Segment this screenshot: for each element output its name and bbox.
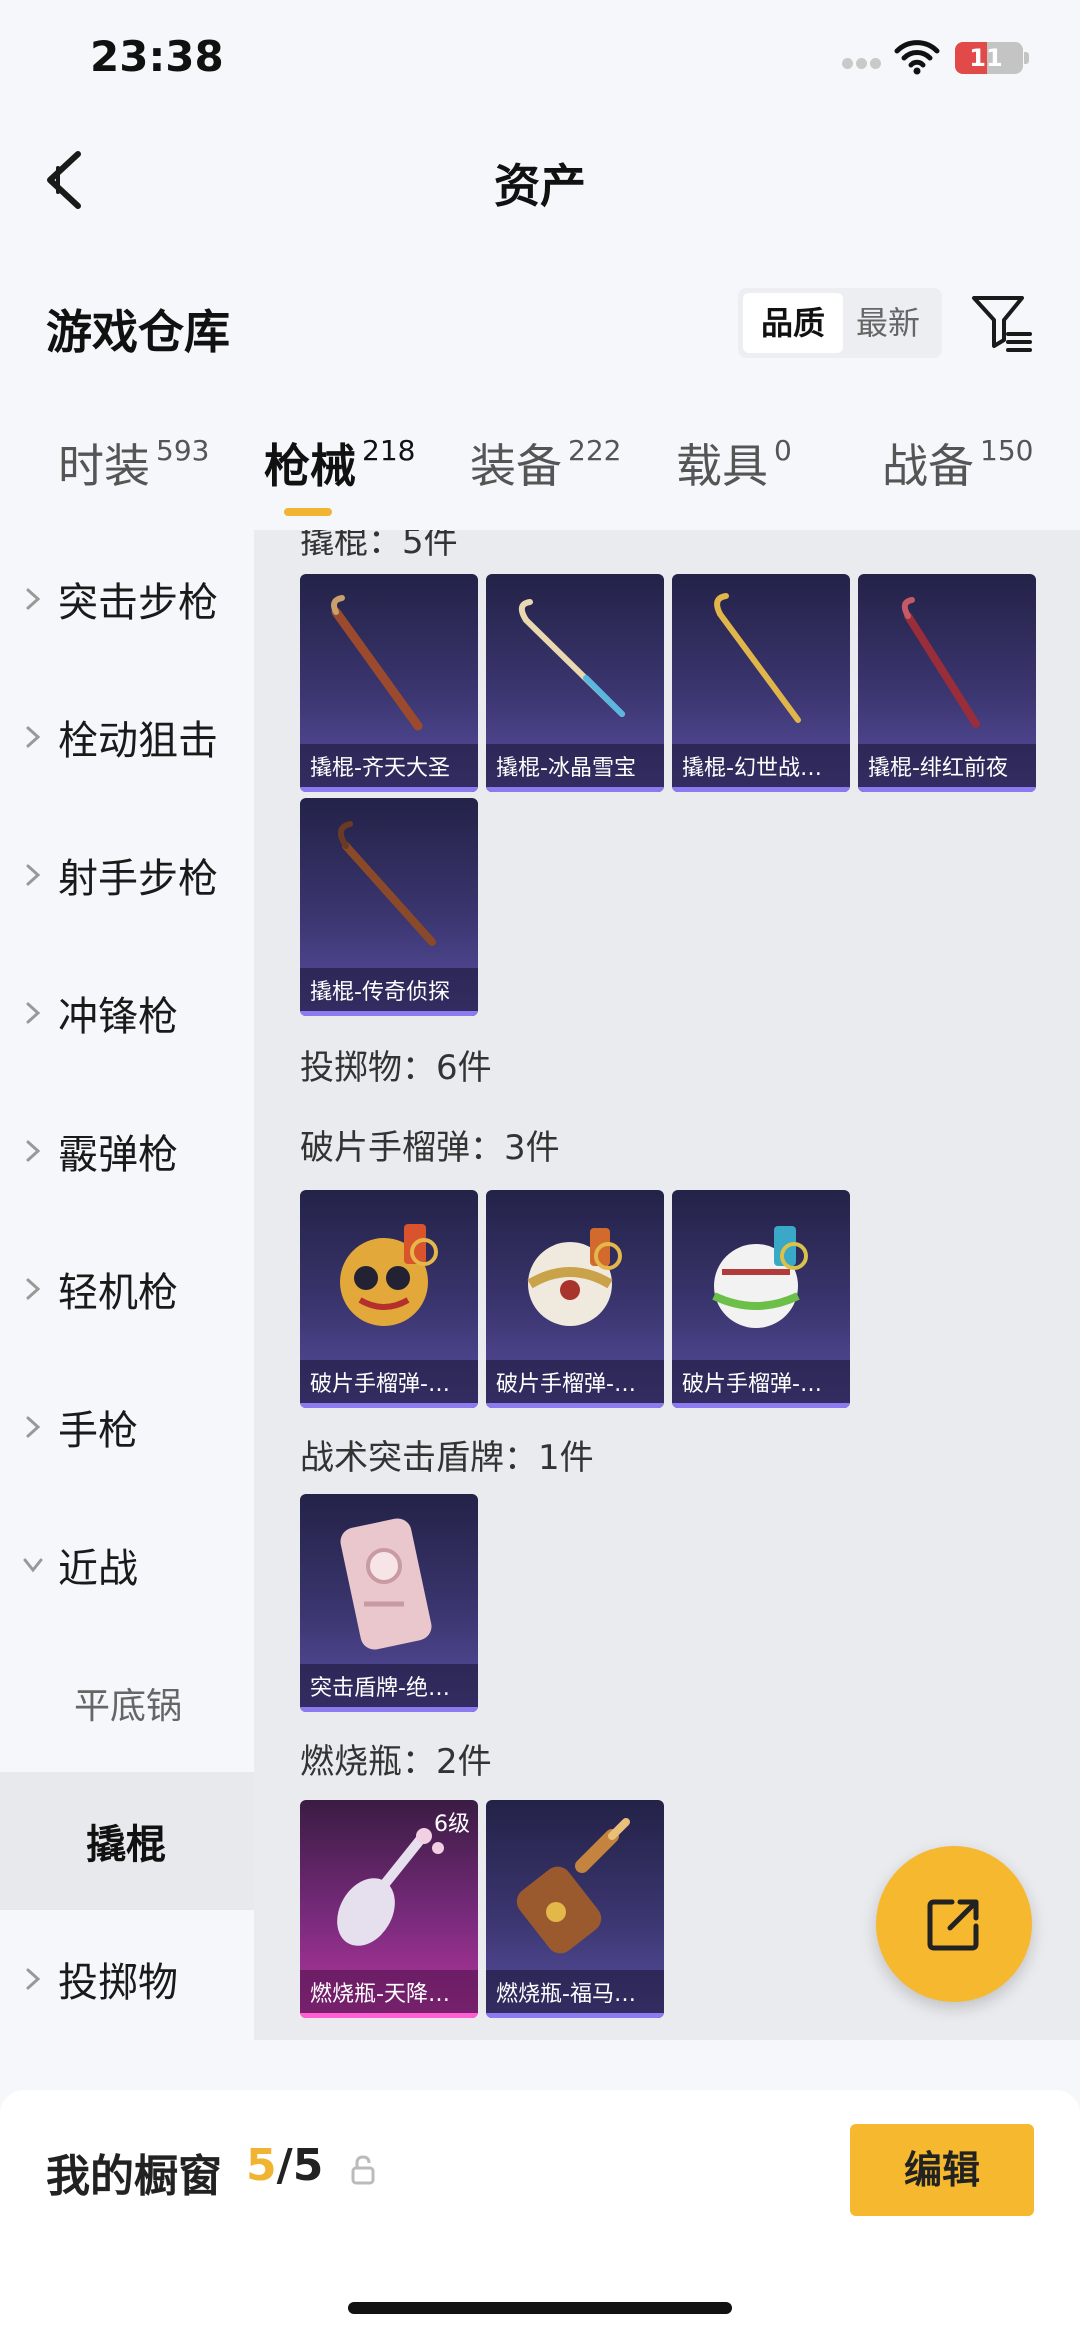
item-name: 燃烧瓶-天降… [310, 1982, 450, 2007]
item-card[interactable]: 破片手榴弹-… [300, 1190, 478, 1408]
page-title: 资产 [494, 159, 586, 213]
sidebar-item-marksman-rifle[interactable]: 射手步枪 [0, 806, 254, 944]
crowbar-icon [901, 597, 980, 728]
item-name: 破片手榴弹-… [310, 1372, 450, 1397]
item-card[interactable]: 撬棍-冰晶雪宝 [486, 574, 664, 792]
item-grid-panel: 撬棍：5件 撬棍-齐天大圣 撬棍-冰晶雪宝 撬棍-幻世战… 撬棍-绯红前夜 撬棍… [254, 530, 1080, 2040]
sidebar-subitem-frying-pan[interactable]: 平底锅 [0, 1634, 254, 1772]
chevron-right-icon [26, 1416, 41, 1438]
item-card[interactable]: 撬棍-齐天大圣 [300, 574, 478, 792]
item-level-badge: 6级 [434, 1812, 470, 1837]
home-indicator [348, 2302, 732, 2314]
sidebar-item-label: 冲锋枪 [58, 994, 178, 1040]
chevron-right-icon [26, 1002, 41, 1024]
filter-icon[interactable] [968, 290, 1034, 356]
group-header-crowbar: 撬棍：5件 [300, 530, 458, 562]
sidebar-item-label: 轻机枪 [58, 1270, 178, 1316]
grenade-icon [340, 1224, 438, 1326]
item-card[interactable]: 撬棍-绯红前夜 [858, 574, 1036, 792]
sidebar-item-shotgun[interactable]: 霰弹枪 [0, 1082, 254, 1220]
sidebar-item-label: 撬棍 [86, 1822, 166, 1868]
sidebar-subitem-crowbar[interactable]: 撬棍 [0, 1772, 254, 1910]
crowbar-icon [337, 821, 436, 946]
sidebar-item-label: 射手步枪 [58, 856, 218, 902]
wifi-icon [894, 40, 940, 75]
sidebar-item-smg[interactable]: 冲锋枪 [0, 944, 254, 1082]
category-tabs: 时装 593 枪械 218 装备 222 载具 0 战备 150 [0, 430, 1080, 530]
chevron-down-icon [23, 1558, 43, 1573]
sidebar-item-label: 手枪 [58, 1408, 138, 1454]
cellular-signal-icon [842, 58, 882, 70]
crowbar-icon [518, 599, 625, 717]
active-tab-indicator [284, 508, 332, 516]
sidebar-item-label: 近战 [58, 1546, 138, 1592]
item-name: 破片手榴弹-… [682, 1372, 822, 1397]
item-name: 撬棍-传奇侦探 [310, 980, 450, 1005]
lock-icon [351, 2155, 375, 2185]
chevron-right-icon [26, 726, 41, 748]
weapon-category-sidebar: 突击步枪 栓动狙击 射手步枪 冲锋枪 霰弹枪 轻机枪 手枪 近战 平底锅 撬棍 … [0, 530, 254, 2040]
section-title: 游戏仓库 [46, 305, 230, 359]
sidebar-item-assault-rifle[interactable]: 突击步枪 [0, 530, 254, 668]
tab-supplies[interactable]: 战备 150 [882, 430, 1033, 496]
group-header-shield: 战术突击盾牌：1件 [300, 1438, 594, 1478]
sidebar-item-label: 栓动狙击 [58, 718, 218, 764]
grenade-icon [712, 1226, 808, 1328]
sort-newest-button[interactable]: 最新 [838, 293, 938, 353]
item-name: 撬棍-幻世战… [682, 756, 822, 781]
sidebar-item-label: 平底锅 [74, 1686, 183, 1727]
chevron-right-icon [26, 864, 41, 886]
crowbar-icon [714, 593, 801, 723]
grenade-icon [527, 1228, 622, 1326]
sort-toggle: 品质 最新 [738, 288, 942, 358]
tab-vehicles[interactable]: 载具 0 [676, 430, 792, 496]
sidebar-item-label: 突击步枪 [58, 580, 218, 626]
tab-weapons[interactable]: 枪械 218 [264, 430, 415, 496]
sidebar-item-throwables[interactable]: 投掷物 [0, 1910, 254, 2048]
status-time: 23:38 [90, 32, 224, 81]
chevron-right-icon [26, 1278, 41, 1300]
chevron-right-icon [26, 588, 41, 610]
item-name: 破片手榴弹-… [496, 1372, 636, 1397]
molotov-icon [516, 1818, 630, 1954]
item-card[interactable]: 破片手榴弹-… [672, 1190, 850, 1408]
item-name: 撬棍-冰晶雪宝 [496, 756, 636, 781]
sidebar-item-label: 霰弹枪 [58, 1132, 178, 1178]
tab-equipment[interactable]: 装备 222 [470, 430, 621, 496]
sort-quality-button[interactable]: 品质 [743, 293, 843, 353]
item-card[interactable]: 突击盾牌-绝… [300, 1494, 478, 1712]
group-header-throwables: 投掷物：6件 [300, 1048, 492, 1088]
edit-button[interactable]: 编辑 [850, 2124, 1034, 2216]
group-header-molotov: 燃烧瓶：2件 [300, 1742, 492, 1782]
showcase-count: 5/5 [246, 2140, 324, 2191]
sidebar-item-bolt-sniper[interactable]: 栓动狙击 [0, 668, 254, 806]
sidebar-item-pistol[interactable]: 手枪 [0, 1358, 254, 1496]
item-card[interactable]: 燃烧瓶-福马… [486, 1800, 664, 2018]
share-icon [927, 1899, 979, 1951]
item-name: 突击盾牌-绝… [310, 1676, 450, 1701]
item-name: 撬棍-绯红前夜 [868, 756, 1008, 781]
battery-icon: 11 [955, 42, 1023, 74]
share-button[interactable] [876, 1846, 1032, 2002]
sidebar-item-label: 投掷物 [58, 1960, 178, 2006]
status-bar: 23:38 11 [0, 0, 1080, 120]
tab-fashion[interactable]: 时装 593 [58, 430, 209, 496]
item-name: 燃烧瓶-福马… [496, 1982, 636, 2007]
crowbar-icon [331, 595, 423, 731]
sidebar-item-melee[interactable]: 近战 [0, 1496, 254, 1634]
item-card[interactable]: 破片手榴弹-… [486, 1190, 664, 1408]
chevron-right-icon [26, 1140, 41, 1162]
shield-icon [340, 1518, 432, 1650]
item-card[interactable]: 撬棍-幻世战… [672, 574, 850, 792]
battery-level: 11 [969, 44, 1003, 72]
showcase-label: 我的橱窗 [46, 2151, 222, 2202]
item-name: 撬棍-齐天大圣 [310, 756, 450, 781]
group-header-frag-grenade: 破片手榴弹：3件 [300, 1128, 560, 1168]
item-card[interactable]: 撬棍-传奇侦探 [300, 798, 478, 1016]
chevron-right-icon [26, 1968, 41, 1990]
sidebar-item-lmg[interactable]: 轻机枪 [0, 1220, 254, 1358]
item-card[interactable]: 6级 燃烧瓶-天降… [300, 1800, 478, 2018]
